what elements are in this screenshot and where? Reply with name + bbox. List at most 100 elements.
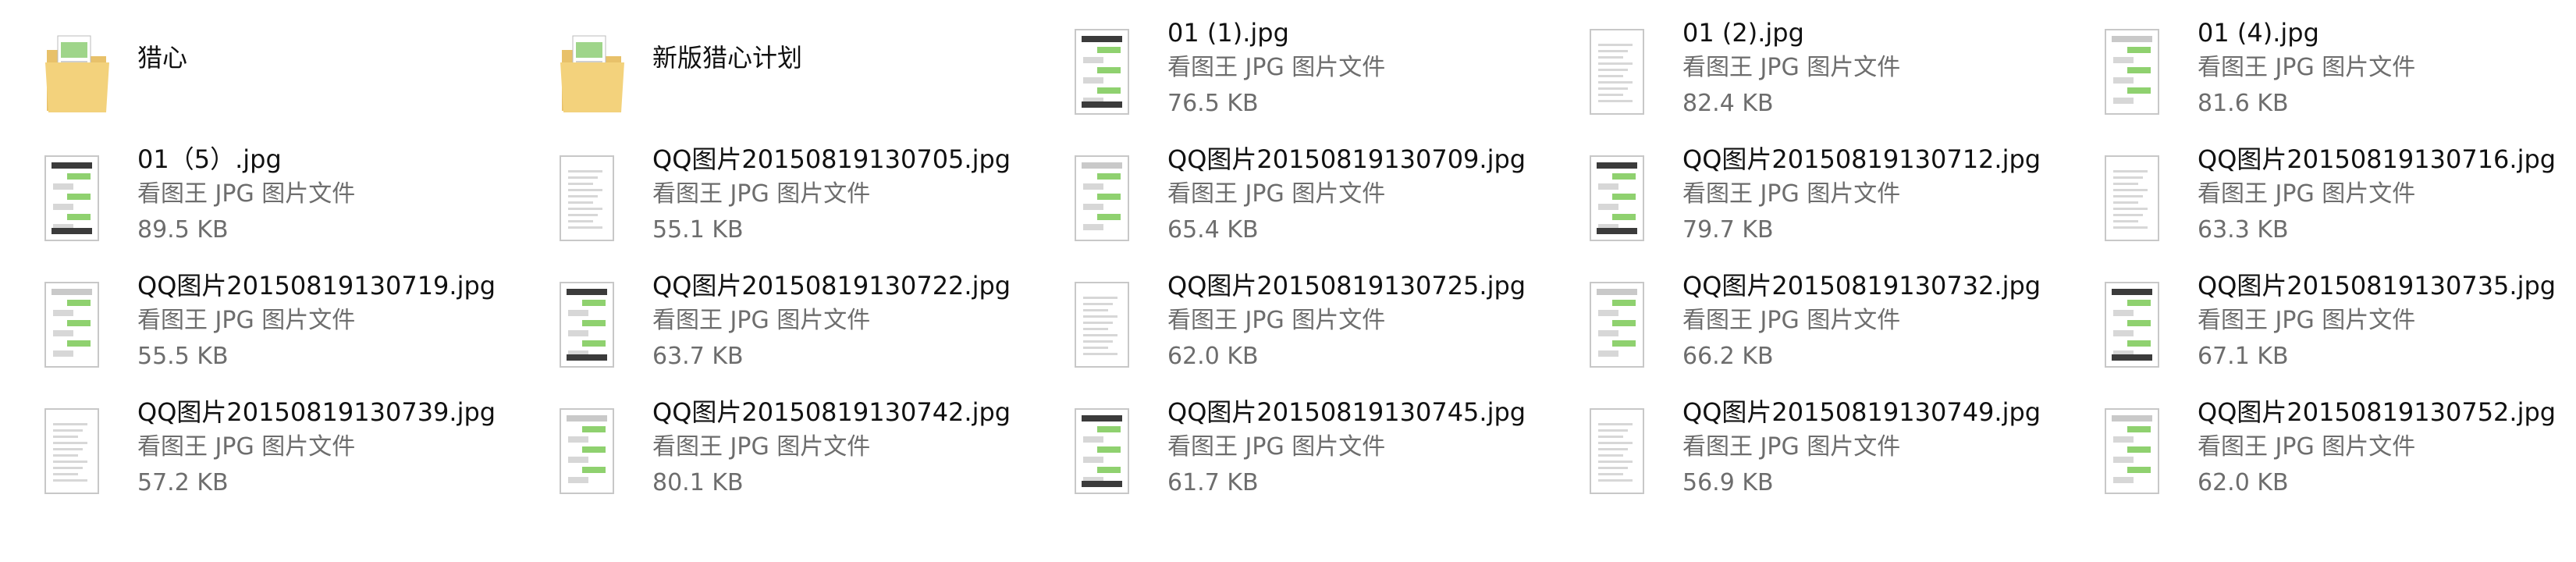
item-size: 55.1 KB xyxy=(652,216,744,244)
item-name: QQ图片20150819130722.jpg xyxy=(652,271,1011,301)
item-text: 01（5）.jpg 看图王 JPG 图片文件 89.5 KB xyxy=(137,142,481,248)
file-item[interactable]: QQ图片20150819130712.jpg 看图王 JPG 图片文件 79.7 K… xyxy=(1545,133,2041,250)
file-item[interactable]: QQ图片20150819130719.jpg 看图王 JPG 图片文件 55.5 K… xyxy=(0,259,496,376)
image-thumbnail-icon xyxy=(1589,28,1651,116)
item-type: 看图王 JPG 图片文件 xyxy=(1682,54,1901,81)
file-item[interactable]: QQ图片20150819130709.jpg 看图王 JPG 图片文件 65.4 K… xyxy=(1030,133,1526,250)
item-size: 82.4 KB xyxy=(1682,90,1774,117)
image-thumbnail-icon xyxy=(2104,281,2166,368)
item-name: QQ图片20150819130716.jpg xyxy=(2198,144,2556,174)
item-name: QQ图片20150819130749.jpg xyxy=(1682,397,2041,427)
item-text: QQ图片20150819130745.jpg 看图王 JPG 图片文件 61.7 K… xyxy=(1167,395,1526,501)
item-text: QQ图片20150819130735.jpg 看图王 JPG 图片文件 67.1 K… xyxy=(2198,269,2556,375)
image-thumbnail-icon xyxy=(559,407,621,495)
folder-item[interactable]: 新版猎心计划 xyxy=(515,6,999,123)
item-type: 看图王 JPG 图片文件 xyxy=(1682,433,1901,461)
item-size: 80.1 KB xyxy=(652,469,744,496)
item-name: QQ图片20150819130705.jpg xyxy=(652,144,1011,174)
item-type: 看图王 JPG 图片文件 xyxy=(1167,433,1386,461)
item-name: 01（5）.jpg xyxy=(137,144,282,174)
file-item[interactable]: QQ图片20150819130725.jpg 看图王 JPG 图片文件 62.0 K… xyxy=(1030,259,1526,376)
item-type: 看图王 JPG 图片文件 xyxy=(652,433,871,461)
item-size: 62.0 KB xyxy=(2198,469,2289,496)
item-text: 新版猎心计划 xyxy=(652,41,996,75)
file-item[interactable]: QQ图片20150819130705.jpg 看图王 JPG 图片文件 55.1 K… xyxy=(515,133,1011,250)
image-thumbnail-icon xyxy=(1074,407,1136,495)
item-type: 看图王 JPG 图片文件 xyxy=(1167,307,1386,334)
item-type: 看图王 JPG 图片文件 xyxy=(1167,180,1386,208)
item-name: QQ图片20150819130752.jpg xyxy=(2198,397,2556,427)
file-item[interactable]: QQ图片20150819130739.jpg 看图王 JPG 图片文件 57.2 K… xyxy=(0,386,496,503)
file-item[interactable]: 01 (4).jpg 看图王 JPG 图片文件 81.6 KB xyxy=(2060,6,2544,123)
item-text: QQ图片20150819130749.jpg 看图王 JPG 图片文件 56.9 K… xyxy=(1682,395,2041,501)
item-name: QQ图片20150819130732.jpg xyxy=(1682,271,2041,301)
item-size: 79.7 KB xyxy=(1682,216,1774,244)
item-text: QQ图片20150819130716.jpg 看图王 JPG 图片文件 63.3 K… xyxy=(2198,142,2556,248)
file-item[interactable]: QQ图片20150819130735.jpg 看图王 JPG 图片文件 67.1 K… xyxy=(2060,259,2556,376)
image-thumbnail-icon xyxy=(44,281,106,368)
item-size: 67.1 KB xyxy=(2198,343,2289,370)
item-type: 看图王 JPG 图片文件 xyxy=(2198,307,2416,334)
item-name: QQ图片20150819130712.jpg xyxy=(1682,144,2041,174)
file-item[interactable]: 01 (1).jpg 看图王 JPG 图片文件 76.5 KB xyxy=(1030,6,1514,123)
file-list: 猎心 新版猎心计划 01 (1).jpg 看图王 JPG 图片文件 76.5 KB … xyxy=(0,0,2576,562)
item-size: 57.2 KB xyxy=(137,469,229,496)
folder-item[interactable]: 猎心 xyxy=(0,6,484,123)
item-name: 新版猎心计划 xyxy=(652,43,803,73)
item-type: 看图王 JPG 图片文件 xyxy=(2198,54,2416,81)
item-size: 89.5 KB xyxy=(137,216,229,244)
image-thumbnail-icon xyxy=(1589,281,1651,368)
image-thumbnail-icon xyxy=(2104,155,2166,242)
item-text: QQ图片20150819130719.jpg 看图王 JPG 图片文件 55.5 K… xyxy=(137,269,496,375)
image-thumbnail-icon xyxy=(559,155,621,242)
item-text: QQ图片20150819130752.jpg 看图王 JPG 图片文件 62.0 K… xyxy=(2198,395,2556,501)
item-size: 61.7 KB xyxy=(1167,469,1259,496)
item-size: 62.0 KB xyxy=(1167,343,1259,370)
image-thumbnail-icon xyxy=(1074,28,1136,116)
item-text: QQ图片20150819130725.jpg 看图王 JPG 图片文件 62.0 K… xyxy=(1167,269,1526,375)
item-text: QQ图片20150819130732.jpg 看图王 JPG 图片文件 66.2 K… xyxy=(1682,269,2041,375)
item-size: 56.9 KB xyxy=(1682,469,1774,496)
item-name: QQ图片20150819130742.jpg xyxy=(652,397,1011,427)
item-name: QQ图片20150819130709.jpg xyxy=(1167,144,1526,174)
image-thumbnail-icon xyxy=(559,281,621,368)
item-name: 01 (1).jpg xyxy=(1167,18,1289,48)
file-item[interactable]: QQ图片20150819130716.jpg 看图王 JPG 图片文件 63.3 K… xyxy=(2060,133,2556,250)
folder-icon xyxy=(44,28,109,116)
item-name: QQ图片20150819130735.jpg xyxy=(2198,271,2556,301)
image-thumbnail-icon xyxy=(2104,407,2166,495)
image-thumbnail-icon xyxy=(44,155,106,242)
item-size: 63.3 KB xyxy=(2198,216,2289,244)
image-thumbnail-icon xyxy=(1589,155,1651,242)
file-item[interactable]: QQ图片20150819130745.jpg 看图王 JPG 图片文件 61.7 K… xyxy=(1030,386,1526,503)
item-type: 看图王 JPG 图片文件 xyxy=(2198,180,2416,208)
item-type: 看图王 JPG 图片文件 xyxy=(1682,180,1901,208)
item-name: 猎心 xyxy=(137,43,188,73)
file-item[interactable]: QQ图片20150819130722.jpg 看图王 JPG 图片文件 63.7 K… xyxy=(515,259,1011,376)
item-text: 猎心 xyxy=(137,41,481,75)
file-item[interactable]: QQ图片20150819130732.jpg 看图王 JPG 图片文件 66.2 K… xyxy=(1545,259,2041,376)
item-size: 76.5 KB xyxy=(1167,90,1259,117)
item-type: 看图王 JPG 图片文件 xyxy=(652,307,871,334)
item-type: 看图王 JPG 图片文件 xyxy=(137,180,356,208)
item-name: QQ图片20150819130725.jpg xyxy=(1167,271,1526,301)
image-thumbnail-icon xyxy=(2104,28,2166,116)
item-text: 01 (4).jpg 看图王 JPG 图片文件 81.6 KB xyxy=(2198,16,2541,122)
item-type: 看图王 JPG 图片文件 xyxy=(137,433,356,461)
item-text: 01 (2).jpg 看图王 JPG 图片文件 82.4 KB xyxy=(1682,16,2026,122)
item-size: 81.6 KB xyxy=(2198,90,2289,117)
file-item[interactable]: QQ图片20150819130749.jpg 看图王 JPG 图片文件 56.9 K… xyxy=(1545,386,2041,503)
item-type: 看图王 JPG 图片文件 xyxy=(2198,433,2416,461)
item-text: QQ图片20150819130705.jpg 看图王 JPG 图片文件 55.1 K… xyxy=(652,142,1011,248)
image-thumbnail-icon xyxy=(44,407,106,495)
item-name: QQ图片20150819130739.jpg xyxy=(137,397,496,427)
item-text: QQ图片20150819130712.jpg 看图王 JPG 图片文件 79.7 K… xyxy=(1682,142,2041,248)
file-item[interactable]: 01（5）.jpg 看图王 JPG 图片文件 89.5 KB xyxy=(0,133,484,250)
image-thumbnail-icon xyxy=(1074,281,1136,368)
item-text: QQ图片20150819130739.jpg 看图王 JPG 图片文件 57.2 K… xyxy=(137,395,496,501)
item-size: 55.5 KB xyxy=(137,343,229,370)
file-item[interactable]: 01 (2).jpg 看图王 JPG 图片文件 82.4 KB xyxy=(1545,6,2029,123)
item-name: 01 (2).jpg xyxy=(1682,18,1804,48)
file-item[interactable]: QQ图片20150819130752.jpg 看图王 JPG 图片文件 62.0 K… xyxy=(2060,386,2556,503)
file-item[interactable]: QQ图片20150819130742.jpg 看图王 JPG 图片文件 80.1 K… xyxy=(515,386,1011,503)
